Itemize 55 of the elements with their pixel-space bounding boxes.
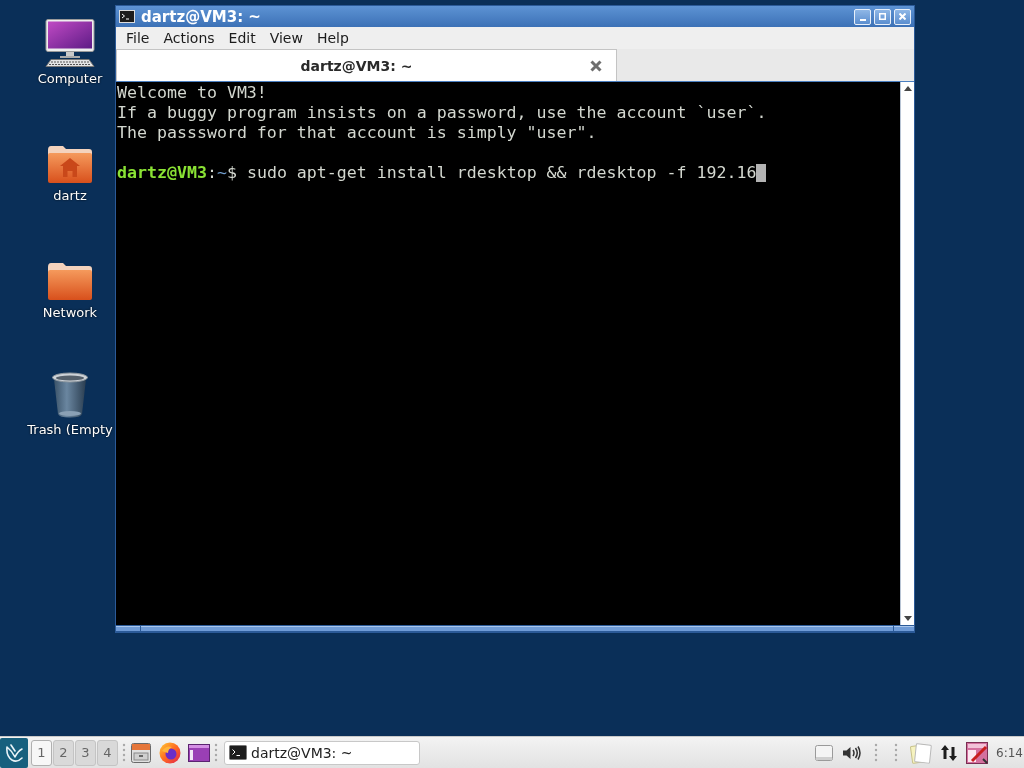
desktop-icon-label[interactable]: Network: [42, 305, 98, 320]
menu-item[interactable]: Edit: [221, 30, 263, 46]
task-button[interactable]: dartz@VM3: ~: [224, 740, 420, 765]
shell-prompt: dartz@VM3:~$: [117, 163, 237, 183]
speaker-icon[interactable]: [842, 744, 863, 761]
window-title: dartz@VM3: ~: [141, 7, 261, 26]
maximize-icon: [879, 13, 886, 20]
menu-item[interactable]: Help: [309, 30, 356, 46]
close-button[interactable]: [894, 8, 911, 25]
grip-icon[interactable]: [894, 741, 899, 764]
desktop-icon-label[interactable]: Computer: [37, 71, 103, 86]
window-icon[interactable]: [188, 743, 210, 762]
desktop-icon-label[interactable]: dartz: [53, 188, 87, 203]
terminal-icon: [229, 745, 247, 760]
grip-icon[interactable]: [214, 741, 218, 764]
minimize-button[interactable]: [854, 8, 871, 25]
terminal-output-line: Welcome to VM3!: [117, 83, 267, 103]
minimize-icon: [859, 18, 866, 21]
menu-item[interactable]: Actions: [156, 30, 222, 46]
folder-icon[interactable]: [47, 261, 93, 301]
computer-icon[interactable]: [45, 19, 95, 67]
workspace-button[interactable]: 4: [97, 739, 118, 766]
terminal-output-line: The passsword for that account is simply "user".: [117, 123, 597, 143]
resize-handle[interactable]: [141, 626, 893, 631]
close-icon[interactable]: [590, 59, 602, 72]
maximize-button[interactable]: [874, 8, 891, 25]
workspace-button[interactable]: 3: [75, 739, 96, 766]
desktop-icon-label[interactable]: Trash (Empty: [27, 422, 113, 437]
window-wrench-icon[interactable]: [966, 741, 989, 764]
up-down-arrows-icon[interactable]: [940, 743, 959, 762]
resize-handle[interactable]: [116, 626, 140, 631]
terminal-icon: [119, 10, 135, 23]
terminal-tab[interactable]: dartz@VM3: ~: [116, 49, 617, 81]
home-folder-icon[interactable]: [47, 144, 93, 184]
trash-icon[interactable]: [51, 372, 89, 418]
globe-icon[interactable]: [159, 741, 181, 764]
clock[interactable]: 6:14: [996, 745, 1023, 760]
grip-icon[interactable]: [874, 741, 879, 764]
menu-item[interactable]: View: [262, 30, 310, 46]
scrollbar[interactable]: [900, 82, 914, 625]
workspace-button[interactable]: 1: [31, 739, 52, 766]
terminal-screen[interactable]: Welcome to VM3! If a buggy program insists on a password, use the account `user`. The passsword for that account is simply "user". dartz@VM3:~$ sudo apt-get install rdesktop && rdesktop -f 192.16: [116, 82, 900, 625]
cabinet-icon[interactable]: [130, 741, 152, 764]
terminal-output-line: If a buggy program insists on a password, use the account `user`.: [117, 103, 767, 123]
bird-icon: [3, 741, 25, 764]
grip-icon[interactable]: [122, 741, 126, 764]
drive-icon[interactable]: [814, 743, 835, 762]
triangle-down-icon: [903, 616, 912, 621]
resize-handle[interactable]: [894, 626, 914, 631]
start-menu-button[interactable]: [0, 737, 28, 768]
workspace-button[interactable]: 2: [53, 739, 74, 766]
command-text: sudo apt-get install rdesktop && rdesktop -f 192.16: [246, 163, 757, 183]
triangle-up-icon: [903, 86, 912, 91]
menu-item[interactable]: File: [119, 30, 157, 46]
close-icon: [899, 13, 906, 20]
